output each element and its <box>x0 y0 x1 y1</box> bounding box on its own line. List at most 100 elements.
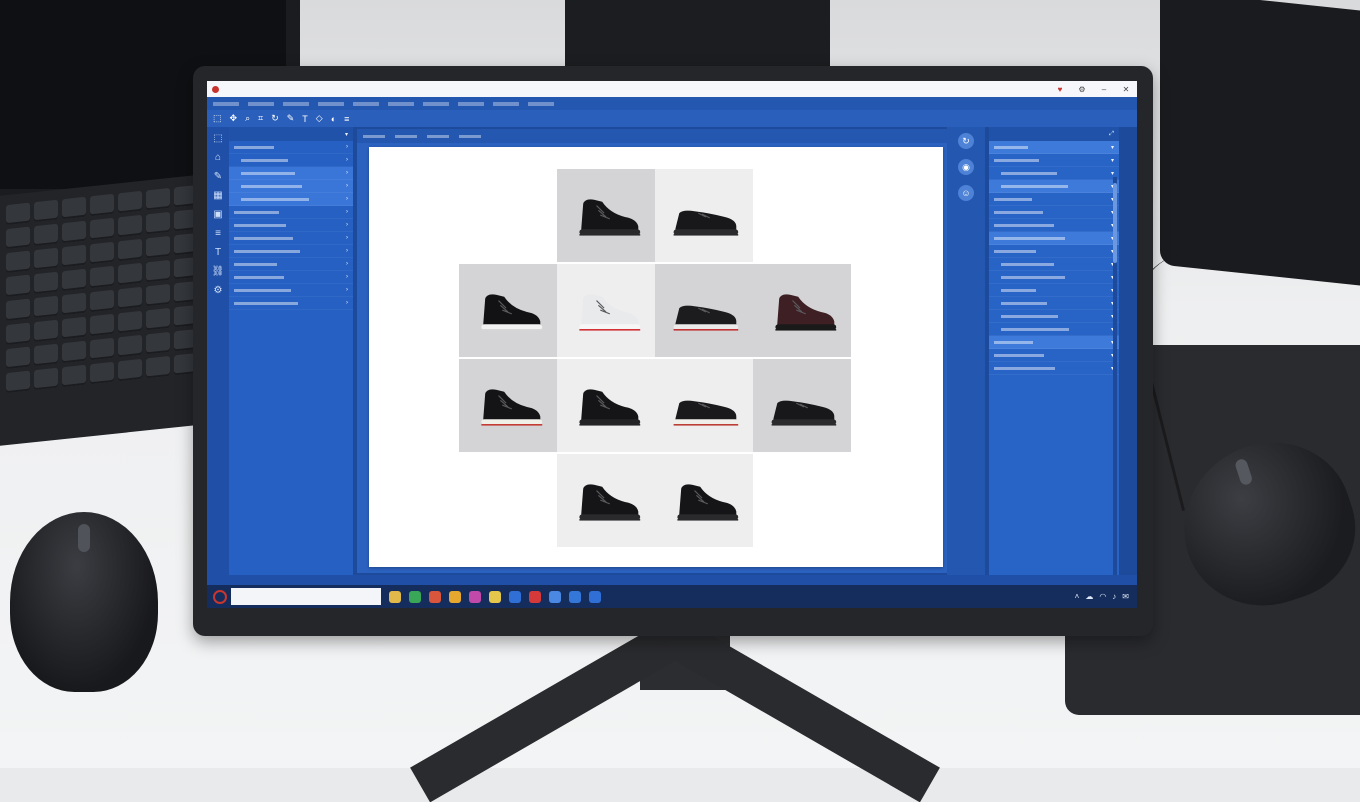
menu-item[interactable] <box>388 101 414 106</box>
shoe-tile[interactable] <box>655 359 753 452</box>
brush-icon[interactable]: ✎ <box>214 171 222 182</box>
list-item[interactable]: › <box>229 245 353 258</box>
list-item[interactable]: › <box>229 232 353 245</box>
list-item[interactable]: › <box>229 297 353 310</box>
shoe-tile[interactable] <box>753 359 851 452</box>
list-item[interactable]: ▾ <box>989 206 1119 219</box>
layers-icon[interactable]: ≡ <box>215 228 221 239</box>
list-item[interactable]: ▾ <box>989 245 1119 258</box>
document-tab[interactable] <box>459 134 481 138</box>
shoe-tile[interactable] <box>753 264 851 357</box>
chevron-right-icon[interactable]: › <box>346 183 348 189</box>
chevron-right-icon[interactable]: › <box>346 274 348 280</box>
menu-item[interactable] <box>528 101 554 106</box>
shoe-tile[interactable] <box>557 169 655 262</box>
list-item[interactable]: › <box>229 141 353 154</box>
taskbar-app-icon[interactable] <box>429 590 441 603</box>
list-item[interactable]: ▾ <box>989 154 1119 167</box>
grid-icon[interactable]: ▦ <box>213 190 222 201</box>
chevron-up-icon[interactable]: ˄ <box>1075 592 1080 601</box>
menu-item[interactable] <box>318 101 344 106</box>
chevron-down-icon[interactable]: ▾ <box>1111 170 1114 177</box>
settings-icon[interactable]: ⚙ <box>214 285 223 296</box>
text-icon[interactable]: T <box>215 247 221 258</box>
menu-item[interactable] <box>458 101 484 106</box>
list-item[interactable]: › <box>229 284 353 297</box>
image-icon[interactable]: ▣ <box>213 209 222 220</box>
list-item[interactable]: › <box>229 180 353 193</box>
crop-icon[interactable]: ⌗ <box>258 113 263 124</box>
color-icon[interactable]: ◐ <box>331 114 336 124</box>
list-item[interactable]: › <box>229 167 353 180</box>
rotate-icon[interactable]: ↻ <box>271 113 279 124</box>
list-item[interactable]: ▾ <box>989 284 1119 297</box>
chevron-right-icon[interactable]: › <box>346 209 348 215</box>
list-item[interactable]: ▾ <box>989 323 1119 336</box>
person-icon[interactable]: ☺ <box>958 185 974 201</box>
select-icon[interactable]: ⬚ <box>213 113 222 124</box>
wifi-icon[interactable]: ◠ <box>1099 592 1106 601</box>
shoe-tile[interactable] <box>459 359 557 452</box>
list-item[interactable]: ▾ <box>989 219 1119 232</box>
cloud-icon[interactable]: ☁ <box>1085 592 1093 601</box>
chevron-right-icon[interactable]: › <box>346 144 348 150</box>
list-item[interactable]: ▾ <box>989 336 1119 349</box>
taskbar-app-icon[interactable] <box>509 590 521 603</box>
notification-icon[interactable]: ✉ <box>1122 592 1129 601</box>
list-item[interactable]: ▾ <box>989 297 1119 310</box>
document-tab[interactable] <box>427 134 449 138</box>
start-button[interactable] <box>213 589 227 604</box>
chevron-right-icon[interactable]: › <box>346 248 348 254</box>
shoe-tile[interactable] <box>655 264 753 357</box>
shoe-tile[interactable] <box>459 264 557 357</box>
shoe-tile[interactable] <box>557 359 655 452</box>
shoe-tile[interactable] <box>655 169 753 262</box>
taskbar-app-icon[interactable] <box>589 590 601 603</box>
zoom-icon[interactable]: ⌕ <box>245 113 250 124</box>
shoe-tile[interactable] <box>557 454 655 547</box>
chevron-down-icon[interactable]: ▾ <box>1111 157 1114 164</box>
heart-icon[interactable]: ♥ <box>1049 85 1071 94</box>
chevron-down-icon[interactable]: ▾ <box>1111 144 1114 151</box>
list-item[interactable]: › <box>229 271 353 284</box>
settings-icon[interactable]: ⚙ <box>1071 85 1093 94</box>
menu-item[interactable] <box>213 101 239 106</box>
taskbar-app-icon[interactable] <box>549 590 561 603</box>
brush-icon[interactable]: ✎ <box>287 113 295 124</box>
list-item[interactable]: ▾ <box>989 258 1119 271</box>
link-icon[interactable]: ⛓ <box>212 266 225 277</box>
taskbar-app-icon[interactable] <box>529 590 541 603</box>
layers-icon[interactable]: ≡ <box>344 114 349 124</box>
chevron-right-icon[interactable]: › <box>346 170 348 176</box>
chevron-right-icon[interactable]: › <box>346 287 348 293</box>
text-icon[interactable]: T <box>302 114 308 124</box>
taskbar-app-icon[interactable] <box>389 590 401 603</box>
chevron-right-icon[interactable]: › <box>346 300 348 306</box>
home-icon[interactable]: ⌂ <box>215 152 221 163</box>
list-item[interactable]: ▾ <box>989 193 1119 206</box>
list-item[interactable]: ▾ <box>989 271 1119 284</box>
taskbar-app-icon[interactable] <box>489 590 501 603</box>
taskbar-app-icon[interactable] <box>569 590 581 603</box>
shoe-tile[interactable] <box>557 264 655 357</box>
chevron-right-icon[interactable]: › <box>346 261 348 267</box>
expand-icon[interactable]: ⤢ <box>1109 131 1114 138</box>
taskbar-app-icon[interactable] <box>409 590 421 603</box>
volume-icon[interactable]: ♪ <box>1112 592 1116 601</box>
menu-item[interactable] <box>353 101 379 106</box>
list-item[interactable]: › <box>229 219 353 232</box>
eye-icon[interactable]: ◉ <box>958 159 974 175</box>
chevron-right-icon[interactable]: › <box>346 196 348 202</box>
list-item[interactable]: › <box>229 193 353 206</box>
list-item[interactable]: ▾ <box>989 349 1119 362</box>
shoe-tile[interactable] <box>655 454 753 547</box>
chevron-right-icon[interactable]: › <box>346 222 348 228</box>
chevron-down-icon[interactable]: ▾ <box>345 131 348 138</box>
chevron-right-icon[interactable]: › <box>346 157 348 163</box>
document-tab[interactable] <box>363 134 385 138</box>
taskbar-app-icon[interactable] <box>449 590 461 603</box>
list-item[interactable]: › <box>229 206 353 219</box>
refresh-icon[interactable]: ↻ <box>958 133 974 149</box>
menu-item[interactable] <box>283 101 309 106</box>
list-item[interactable]: ▾ <box>989 180 1119 193</box>
